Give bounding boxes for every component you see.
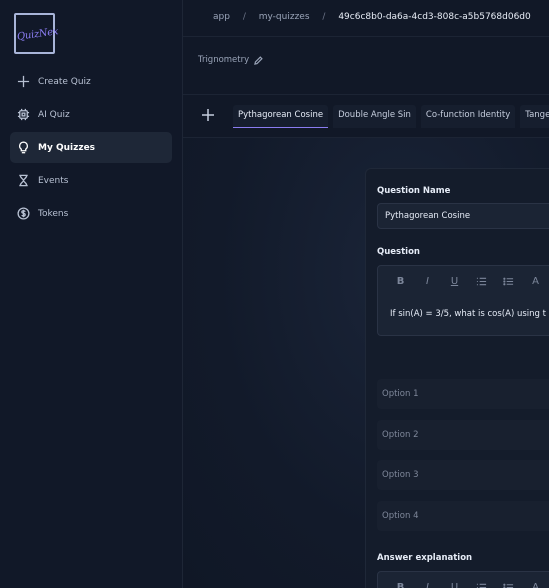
sidebar-item-ai-quiz[interactable]: AI Quiz (10, 99, 172, 130)
answer-explanation-editor[interactable]: B I U A (377, 571, 549, 588)
breadcrumb-item-current: 49c6c8b0-da6a-4cd3-808c-a5b5768d06d0 (338, 12, 531, 22)
question-name-input[interactable]: Pythagorean Cosine (377, 203, 549, 229)
option-placeholder: Option 4 (382, 511, 419, 521)
question-text: If sin(A) = 3/5, what is cos(A) using t (390, 309, 546, 319)
quiz-header: Trignometry (183, 37, 549, 95)
option-2-input[interactable]: Option 2 (377, 420, 549, 450)
ordered-list-icon[interactable] (475, 275, 488, 288)
question-name-label: Question Name (377, 186, 451, 196)
ordered-list-icon[interactable] (475, 581, 488, 588)
question-name-value: Pythagorean Cosine (385, 211, 471, 221)
add-question-button[interactable] (201, 107, 217, 123)
italic-icon[interactable]: I (421, 581, 434, 588)
option-placeholder: Option 1 (382, 389, 419, 399)
underline-icon[interactable]: U (448, 275, 461, 288)
bold-icon[interactable]: B (394, 275, 407, 288)
editor-toolbar: B I U A (378, 266, 549, 296)
quiz-title-text: Trignometry (198, 55, 250, 65)
plus-icon (202, 109, 214, 121)
bold-icon[interactable]: B (394, 581, 407, 588)
option-1-input[interactable]: Option 1 (377, 379, 549, 409)
main-content: Question Name Pythagorean Cosine Questio… (183, 138, 549, 588)
dollar-circle-icon (16, 207, 30, 221)
question-tabs: Pythagorean Cosine Double Angle Sin Co-f… (233, 105, 549, 128)
bullet-list-icon[interactable] (502, 581, 515, 588)
editor-toolbar: B I U A (378, 572, 549, 588)
answer-explanation-label: Answer explanation (377, 553, 473, 563)
option-placeholder: Option 2 (382, 430, 419, 440)
question-editor[interactable]: B I U A If sin(A) = 3/5, what is cos(A) … (377, 265, 549, 336)
question-label: Question (377, 247, 420, 257)
underline-icon[interactable]: U (448, 581, 461, 588)
sidebar-nav: Create Quiz AI Quiz My Quizzes Events To… (10, 66, 172, 231)
sidebar-item-label: AI Quiz (38, 109, 70, 120)
tab-pythagorean-cosine[interactable]: Pythagorean Cosine (233, 105, 329, 128)
tab-co-function-identity[interactable]: Co-function Identity (420, 105, 516, 128)
sidebar-item-label: Tokens (38, 208, 69, 219)
sidebar: QuizNex Create Quiz AI Quiz My Quizzes E… (0, 0, 183, 588)
sidebar-item-events[interactable]: Events (10, 165, 172, 196)
lightbulb-icon (16, 141, 30, 155)
quiz-title: Trignometry (198, 55, 263, 65)
breadcrumb-item-app[interactable]: app (213, 12, 230, 22)
chip-icon (16, 108, 30, 122)
sidebar-item-label: Create Quiz (38, 76, 91, 87)
breadcrumb-separator: / (242, 12, 246, 22)
logo-text: QuizNex (16, 26, 59, 43)
app-logo[interactable]: QuizNex (14, 13, 59, 54)
hourglass-icon (16, 174, 30, 188)
option-4-input[interactable]: Option 4 (377, 501, 549, 531)
sidebar-item-tokens[interactable]: Tokens (10, 198, 172, 229)
option-placeholder: Option 3 (382, 470, 419, 480)
text-style-icon[interactable]: A (529, 275, 542, 288)
tab-double-angle-sin[interactable]: Double Angle Sin (333, 105, 416, 128)
top-bar: app / my-quizzes / 49c6c8b0-da6a-4cd3-80… (183, 0, 549, 37)
breadcrumb-item-my-quizzes[interactable]: my-quizzes (259, 12, 310, 22)
bullet-list-icon[interactable] (502, 275, 515, 288)
breadcrumb: app / my-quizzes / 49c6c8b0-da6a-4cd3-80… (213, 12, 531, 22)
sidebar-item-label: Events (38, 175, 69, 186)
tab-tangent[interactable]: Tangent (520, 105, 549, 128)
question-editor-card: Question Name Pythagorean Cosine Questio… (365, 168, 549, 588)
breadcrumb-separator: / (322, 12, 326, 22)
option-3-input[interactable]: Option 3 (377, 460, 549, 490)
sidebar-item-my-quizzes[interactable]: My Quizzes (10, 132, 172, 163)
italic-icon[interactable]: I (421, 275, 434, 288)
text-style-icon[interactable]: A (529, 581, 542, 588)
plus-icon (16, 75, 30, 89)
pencil-icon[interactable] (254, 55, 263, 65)
question-tab-bar: Pythagorean Cosine Double Angle Sin Co-f… (183, 95, 549, 138)
sidebar-item-label: My Quizzes (38, 142, 96, 153)
sidebar-item-create-quiz[interactable]: Create Quiz (10, 66, 172, 97)
